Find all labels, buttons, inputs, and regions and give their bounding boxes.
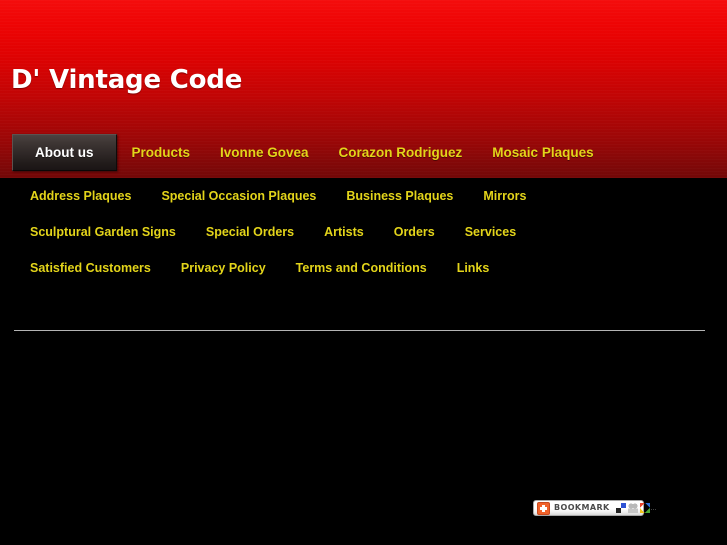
nav-link-mosaic-plaques[interactable]: Mosaic Plaques: [477, 134, 608, 171]
nav-link-privacy-policy[interactable]: Privacy Policy: [166, 261, 281, 275]
nav-link-products[interactable]: Products: [117, 134, 206, 171]
nav-link-address-plaques[interactable]: Address Plaques: [15, 189, 146, 203]
site-title: D' Vintage Code: [11, 65, 243, 95]
content-divider: [14, 330, 705, 331]
nav-link-business-plaques[interactable]: Business Plaques: [331, 189, 468, 203]
nav-link-orders[interactable]: Orders: [379, 225, 450, 239]
plus-icon: [537, 501, 550, 515]
secondary-nav-row-2: Sculptural Garden Signs Special Orders A…: [0, 214, 727, 250]
more-options-label[interactable]: ...: [651, 505, 657, 512]
nav-item-products[interactable]: Products: [117, 134, 206, 171]
nav-link-special-orders[interactable]: Special Orders: [191, 225, 309, 239]
nav-item-ivonne-govea[interactable]: Ivonne Govea: [205, 134, 324, 171]
main-content-area: [14, 340, 705, 490]
nav-link-ivonne-govea[interactable]: Ivonne Govea: [205, 134, 324, 171]
nav-link-satisfied-customers[interactable]: Satisfied Customers: [15, 261, 166, 275]
bookmark-share-widget[interactable]: BOOKMARK ...: [533, 500, 656, 516]
bookmark-label: BOOKMARK: [554, 503, 610, 512]
nav-item-corazon-rodriguez[interactable]: Corazon Rodriguez: [324, 134, 478, 171]
primary-nav-list: About us Products Ivonne Govea Corazon R…: [0, 134, 727, 171]
share-icon-group: [615, 503, 650, 513]
nav-item-mosaic-plaques[interactable]: Mosaic Plaques: [477, 134, 608, 171]
nav-link-about-us[interactable]: About us: [12, 134, 117, 171]
secondary-nav-row-1: Address Plaques Special Occasion Plaques…: [0, 178, 727, 214]
nav-link-terms-and-conditions[interactable]: Terms and Conditions: [281, 261, 442, 275]
nav-link-services[interactable]: Services: [450, 225, 531, 239]
nav-link-special-occasion-plaques[interactable]: Special Occasion Plaques: [146, 189, 331, 203]
nav-link-artists[interactable]: Artists: [309, 225, 379, 239]
nav-link-links[interactable]: Links: [442, 261, 505, 275]
delicious-icon[interactable]: [615, 503, 626, 513]
nav-link-corazon-rodriguez[interactable]: Corazon Rodriguez: [324, 134, 478, 171]
nav-item-about-us[interactable]: About us: [0, 134, 117, 171]
secondary-nav-row-3: Satisfied Customers Privacy Policy Terms…: [0, 250, 727, 286]
primary-navigation: About us Products Ivonne Govea Corazon R…: [0, 134, 727, 178]
windows-live-icon[interactable]: [639, 503, 650, 513]
site-header: D' Vintage Code About us Products Ivonne…: [0, 0, 727, 178]
stumbleupon-icon[interactable]: [627, 503, 638, 513]
nav-link-sculptural-garden-signs[interactable]: Sculptural Garden Signs: [15, 225, 191, 239]
nav-link-mirrors[interactable]: Mirrors: [468, 189, 541, 203]
secondary-navigation: Address Plaques Special Occasion Plaques…: [0, 178, 727, 286]
